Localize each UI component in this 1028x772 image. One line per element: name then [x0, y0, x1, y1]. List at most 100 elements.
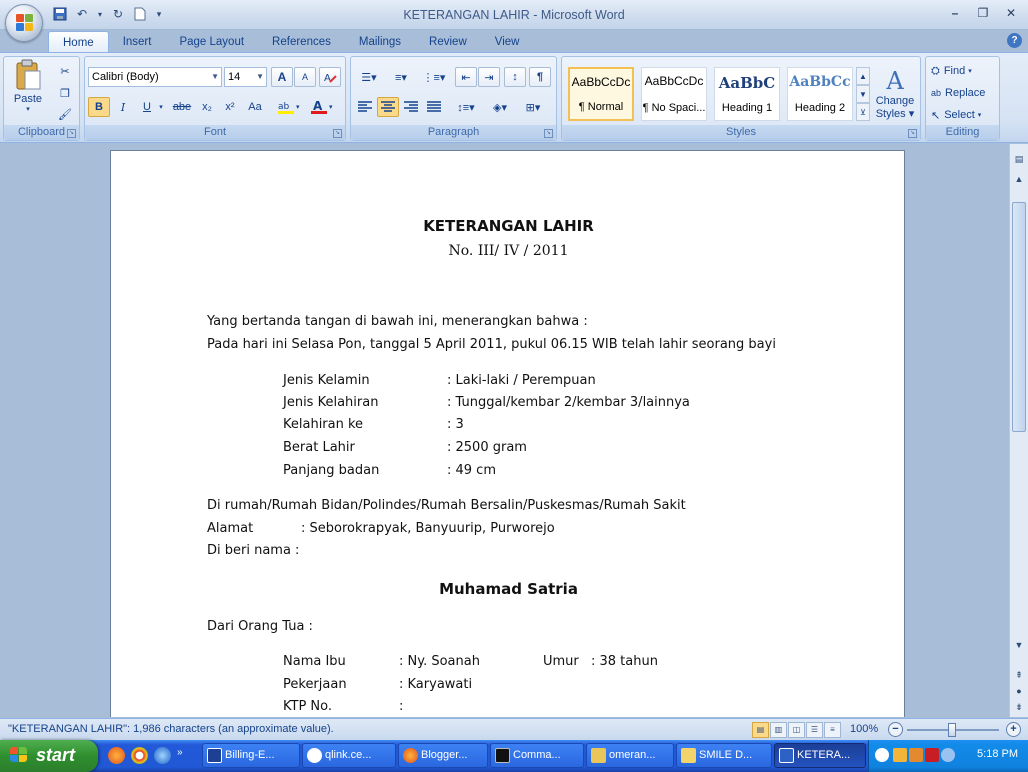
print-layout-icon[interactable]: ▤ [752, 722, 769, 738]
grow-font-button[interactable]: A [271, 67, 293, 87]
tray-app-icon[interactable] [909, 748, 923, 762]
style-heading-2[interactable]: AaBbCc Heading 2 [787, 67, 853, 121]
chrome-icon[interactable] [131, 747, 148, 764]
task-omeran[interactable]: omeran... [586, 743, 674, 768]
task-billing[interactable]: Billing-E... [202, 743, 300, 768]
zoom-slider-thumb[interactable] [948, 723, 956, 737]
outline-icon[interactable]: ☰ [806, 722, 823, 738]
underline-button[interactable]: U [136, 97, 158, 117]
help-icon[interactable]: ? [1007, 33, 1022, 48]
web-layout-icon[interactable]: ◫ [788, 722, 805, 738]
task-blogger[interactable]: Blogger... [398, 743, 488, 768]
underline-dropdown-icon[interactable]: ▾ [157, 101, 165, 113]
clear-formatting-icon[interactable]: A [319, 67, 341, 87]
vertical-scrollbar[interactable]: ▤ ▲ ▼ ⇞ ● ⇟ [1009, 144, 1028, 717]
line-spacing-icon[interactable]: ↕≡▾ [451, 97, 481, 117]
decrease-indent-icon[interactable]: ⇤ [455, 67, 477, 87]
increase-indent-icon[interactable]: ⇥ [478, 67, 500, 87]
full-screen-reading-icon[interactable]: ▥ [770, 722, 787, 738]
borders-icon[interactable]: ⊞▾ [518, 97, 548, 117]
align-right-icon[interactable] [400, 97, 422, 117]
firefox-icon[interactable] [108, 747, 125, 764]
ruler-toggle-icon[interactable]: ▤ [1012, 152, 1026, 166]
highlight-icon[interactable]: ab ▾ [275, 97, 305, 117]
tab-page-layout[interactable]: Page Layout [165, 31, 258, 53]
shading-icon[interactable]: ◈▾ [485, 97, 515, 117]
replace-button[interactable]: ab Replace [931, 83, 999, 103]
quicklaunch-more-icon[interactable]: » [177, 747, 185, 764]
align-left-icon[interactable] [354, 97, 376, 117]
superscript-button[interactable]: x² [219, 97, 241, 117]
start-button[interactable]: start [0, 740, 98, 772]
detail-label: Berat Lahir [283, 440, 355, 455]
numbering-icon[interactable]: ≡▾ [386, 67, 416, 87]
zoom-level[interactable]: 100% [850, 723, 878, 735]
tray-antivirus-icon[interactable] [925, 748, 939, 762]
shrink-font-button[interactable]: A [294, 67, 316, 87]
change-case-button[interactable]: Aa [242, 97, 268, 117]
task-smile[interactable]: SMILE D... [676, 743, 772, 768]
show-formatting-button[interactable]: ¶ [529, 67, 551, 87]
styles-more-icon[interactable]: ⊻ [856, 103, 870, 121]
cut-icon[interactable]: ✂ [54, 61, 76, 81]
font-color-icon[interactable]: A ▾ [308, 97, 338, 117]
tab-home[interactable]: Home [48, 31, 109, 53]
styles-scroll-down-icon[interactable]: ▼ [856, 85, 870, 103]
document-page[interactable]: KETERANGAN LAHIR No. III/ IV / 2011 Yang… [110, 150, 905, 717]
find-button[interactable]: ⛭ Find ▾ [931, 61, 999, 81]
task-keterangan[interactable]: KETERA... [774, 743, 866, 768]
tray-network-icon[interactable] [893, 748, 907, 762]
style-no-spacing[interactable]: AaBbCcDc ¶ No Spaci... [641, 67, 707, 121]
clock[interactable]: 5:18 PM [977, 748, 1018, 760]
styles-launcher-icon[interactable]: ↘ [908, 129, 917, 138]
draft-icon[interactable]: ≡ [824, 722, 841, 738]
select-browse-object-icon[interactable]: ● [1012, 684, 1026, 698]
minimize-button[interactable]: – [942, 3, 968, 23]
font-family-combo[interactable]: Calibri (Body) ▼ [88, 67, 222, 87]
italic-button[interactable]: I [112, 97, 134, 117]
scroll-up-icon[interactable]: ▲ [1012, 172, 1026, 186]
clipboard-launcher-icon[interactable]: ↘ [67, 129, 76, 138]
tray-volume-icon[interactable] [941, 748, 955, 762]
tab-references[interactable]: References [258, 31, 345, 53]
style-normal[interactable]: AaBbCcDc ¶ Normal [568, 67, 634, 121]
zoom-in-button[interactable]: + [1006, 722, 1021, 737]
scroll-down-icon[interactable]: ▼ [1012, 638, 1026, 652]
align-center-icon[interactable] [377, 97, 399, 117]
restore-button[interactable]: ❐ [970, 3, 996, 23]
close-button[interactable]: ✕ [998, 3, 1024, 23]
tab-mailings[interactable]: Mailings [345, 31, 415, 53]
bullets-icon[interactable]: ☰▾ [354, 67, 384, 87]
paragraph-launcher-icon[interactable]: ↘ [544, 129, 553, 138]
zoom-out-button[interactable]: − [888, 722, 903, 737]
multilevel-list-icon[interactable]: ⋮≡▾ [418, 67, 450, 87]
bold-button[interactable]: B [88, 97, 110, 117]
styles-scroll-up-icon[interactable]: ▲ [856, 67, 870, 85]
font-launcher-icon[interactable]: ↘ [333, 129, 342, 138]
tab-view[interactable]: View [481, 31, 534, 53]
strikethrough-button[interactable]: abe [169, 97, 195, 117]
tab-insert[interactable]: Insert [109, 31, 166, 53]
detail-value: : 2500 gram [447, 440, 527, 455]
change-styles-button[interactable]: A Change Styles ▾ [872, 61, 918, 125]
office-button[interactable] [5, 4, 43, 42]
internet-explorer-icon[interactable] [154, 747, 171, 764]
detail-label: Panjang badan [283, 463, 380, 478]
format-painter-icon[interactable]: 🖌 [54, 104, 76, 124]
style-heading-1[interactable]: AaBbC Heading 1 [714, 67, 780, 121]
task-qlink[interactable]: qlink.ce... [302, 743, 396, 768]
justify-icon[interactable] [423, 97, 445, 117]
sort-icon[interactable]: ↕ [504, 67, 526, 87]
paste-button[interactable]: Paste ▾ [8, 59, 48, 123]
copy-icon[interactable]: ❐ [54, 83, 76, 103]
select-button[interactable]: ↖ Select ▾ [931, 105, 999, 125]
previous-page-icon[interactable]: ⇞ [1012, 668, 1026, 682]
subscript-button[interactable]: x₂ [196, 97, 218, 117]
scroll-thumb[interactable] [1012, 202, 1026, 432]
font-size-combo[interactable]: 14 ▼ [224, 67, 267, 87]
task-command[interactable]: Comma... [490, 743, 584, 768]
next-page-icon[interactable]: ⇟ [1012, 700, 1026, 714]
tab-review[interactable]: Review [415, 31, 481, 53]
status-text[interactable]: "KETERANGAN LAHIR": 1,986 characters (an… [8, 723, 334, 735]
tray-collapse-icon[interactable] [875, 748, 889, 762]
